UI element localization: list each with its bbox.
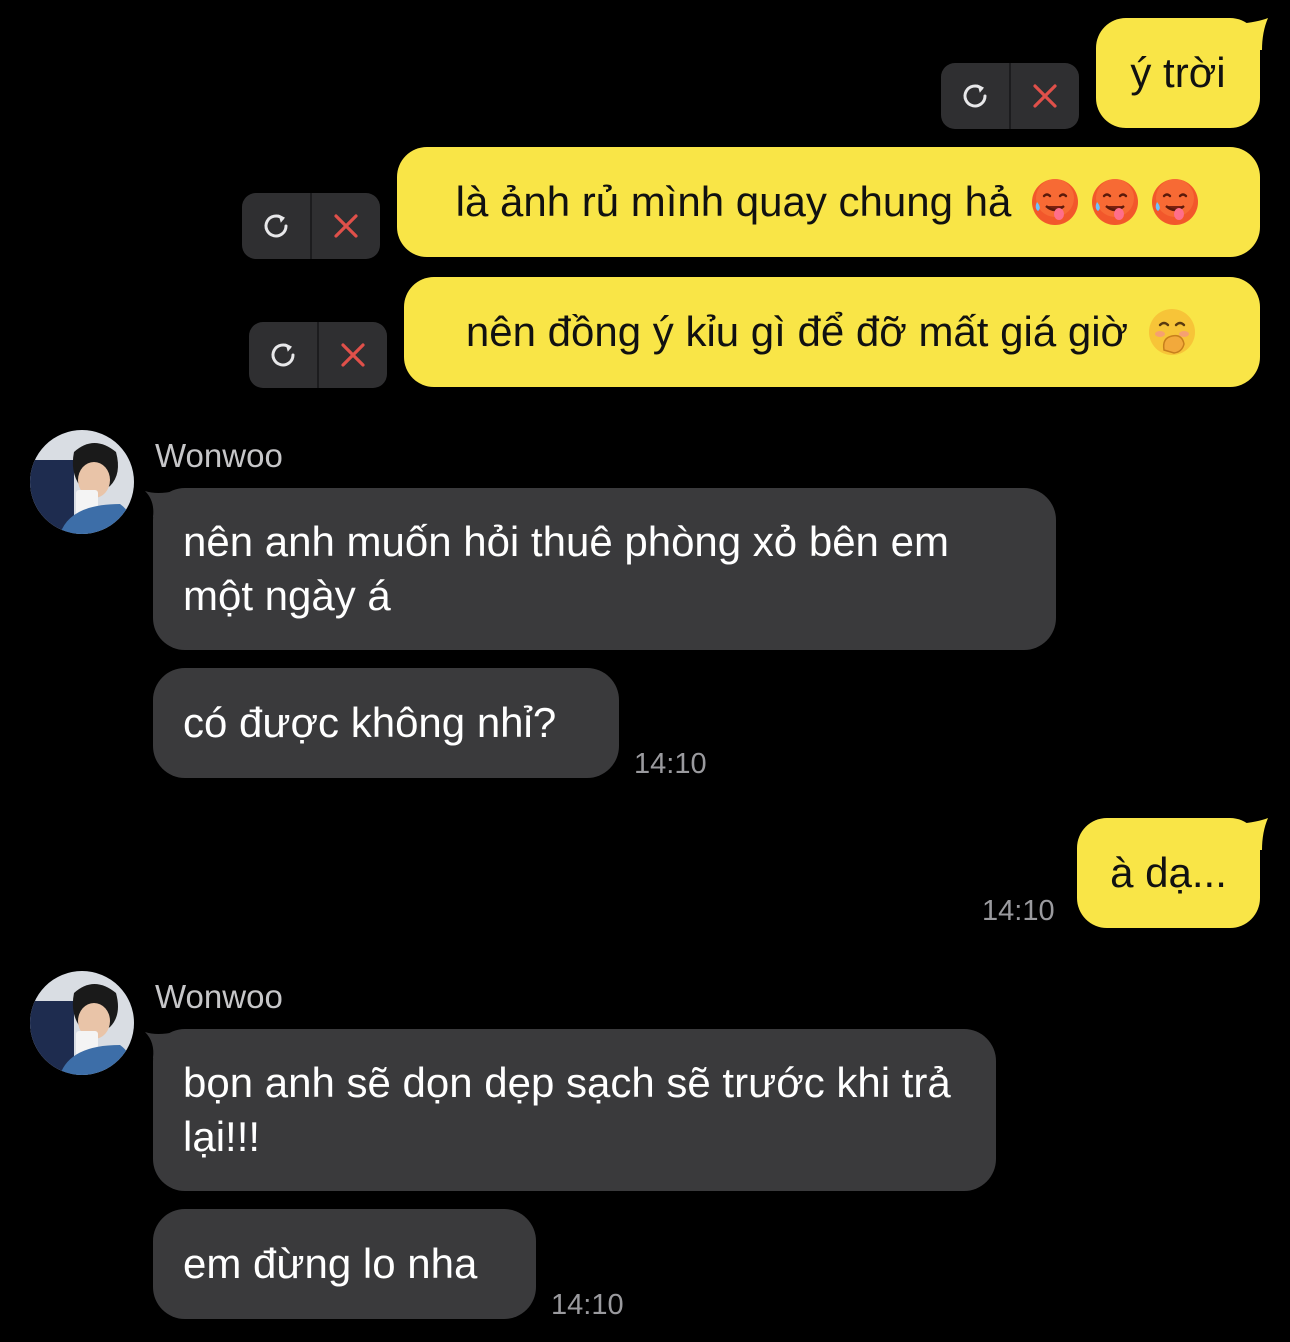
retry-button[interactable] <box>941 63 1009 129</box>
bubble-tail <box>1238 18 1268 50</box>
incoming-message-bubble[interactable]: có được không nhỉ? <box>153 668 619 778</box>
hot-face-icon <box>1029 176 1081 228</box>
retry-button[interactable] <box>242 193 310 259</box>
profile-photo <box>30 430 134 534</box>
delete-button[interactable] <box>312 193 380 259</box>
outgoing-message-bubble[interactable]: ý trời <box>1096 18 1260 128</box>
message-timestamp: 14:10 <box>982 895 1055 927</box>
delete-button[interactable] <box>319 322 387 388</box>
hot-face-icon <box>1089 176 1141 228</box>
retry-icon <box>266 338 300 372</box>
message-text: nên đồng ý kỉu gì để đỡ mất giá giờ <box>465 308 1129 355</box>
face-with-hand-over-mouth-icon <box>1146 306 1198 358</box>
outgoing-message-bubble[interactable]: à dạ... <box>1077 818 1260 928</box>
message-text: à dạ... <box>1110 849 1227 896</box>
message-text: em đừng lo nha <box>183 1240 478 1287</box>
message-timestamp: 14:10 <box>634 748 707 780</box>
profile-photo <box>30 971 134 1075</box>
sender-name: Wonwoo <box>155 437 283 474</box>
incoming-message-bubble[interactable]: nên anh muốn hỏi thuê phòng xỏ bên em mộ… <box>153 488 1056 650</box>
message-text: nên anh muốn hỏi thuê phòng xỏ bên em mộ… <box>183 518 949 619</box>
sender-name: Wonwoo <box>155 978 283 1015</box>
retry-button[interactable] <box>249 322 317 388</box>
hot-face-icon <box>1149 176 1201 228</box>
failed-message-actions <box>242 193 380 259</box>
failed-message-actions <box>249 322 387 388</box>
avatar[interactable] <box>30 971 134 1075</box>
retry-icon <box>958 79 992 113</box>
avatar[interactable] <box>30 430 134 534</box>
emoji-group <box>1146 306 1198 358</box>
incoming-message-bubble[interactable]: em đừng lo nha <box>153 1209 536 1319</box>
message-text: ý trời <box>1130 49 1226 96</box>
close-icon <box>1028 79 1062 113</box>
incoming-message-bubble[interactable]: bọn anh sẽ dọn dẹp sạch sẽ trước khi trả… <box>153 1029 996 1191</box>
failed-message-actions <box>941 63 1079 129</box>
close-icon <box>336 338 370 372</box>
outgoing-message-bubble[interactable]: là ảnh rủ mình quay chung hả <box>397 147 1260 257</box>
message-text: có được không nhỉ? <box>183 699 557 746</box>
bubble-tail <box>1238 818 1268 850</box>
retry-icon <box>259 209 293 243</box>
message-text: bọn anh sẽ dọn dẹp sạch sẽ trước khi trả… <box>183 1059 951 1160</box>
outgoing-message-bubble[interactable]: nên đồng ý kỉu gì để đỡ mất giá giờ <box>404 277 1260 387</box>
close-icon <box>329 209 363 243</box>
message-timestamp: 14:10 <box>551 1289 624 1321</box>
delete-button[interactable] <box>1011 63 1079 129</box>
emoji-group <box>1029 176 1201 228</box>
message-text: là ảnh rủ mình quay chung hả <box>455 178 1012 225</box>
